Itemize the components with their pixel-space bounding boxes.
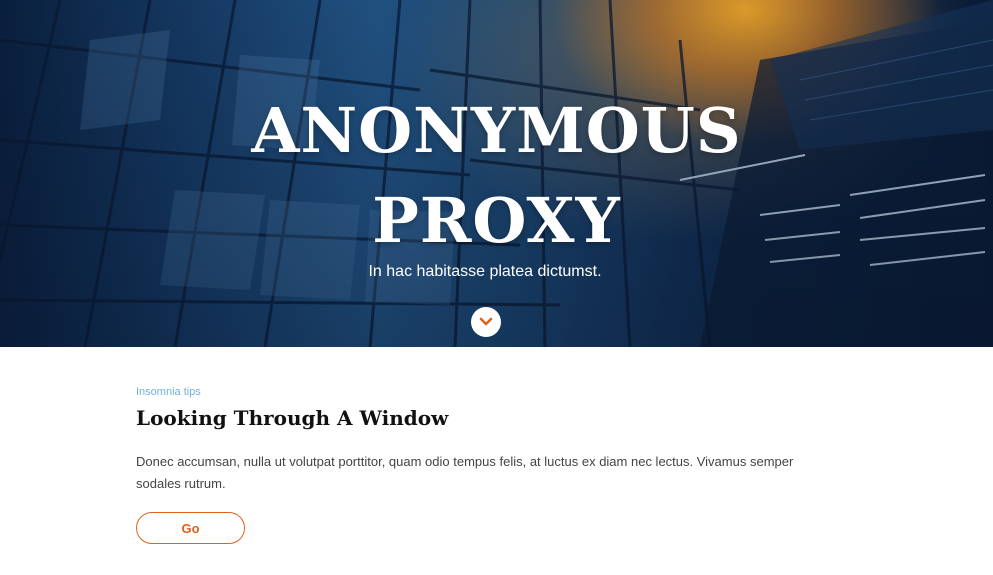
post-category[interactable]: Insomnia tips [136,386,836,398]
hero-subtitle: In hac habitasse platea dictumst. [368,263,602,280]
hero-banner: ANONYMOUS PROXY In hac habitasse platea … [0,0,993,347]
go-button[interactable]: Go [136,512,245,544]
hero-title-line-1: ANONYMOUS [251,94,742,167]
hero-title-line-2: PROXY [372,184,621,257]
post-preview: Insomnia tips Looking Through A Window D… [136,347,836,544]
chevron-down-icon [479,317,493,326]
post-title[interactable]: Looking Through A Window [136,406,836,430]
scroll-down-button[interactable] [471,307,501,337]
hero-title: ANONYMOUS PROXY [0,86,993,266]
post-excerpt: Donec accumsan, nulla ut volutpat portti… [136,454,794,491]
